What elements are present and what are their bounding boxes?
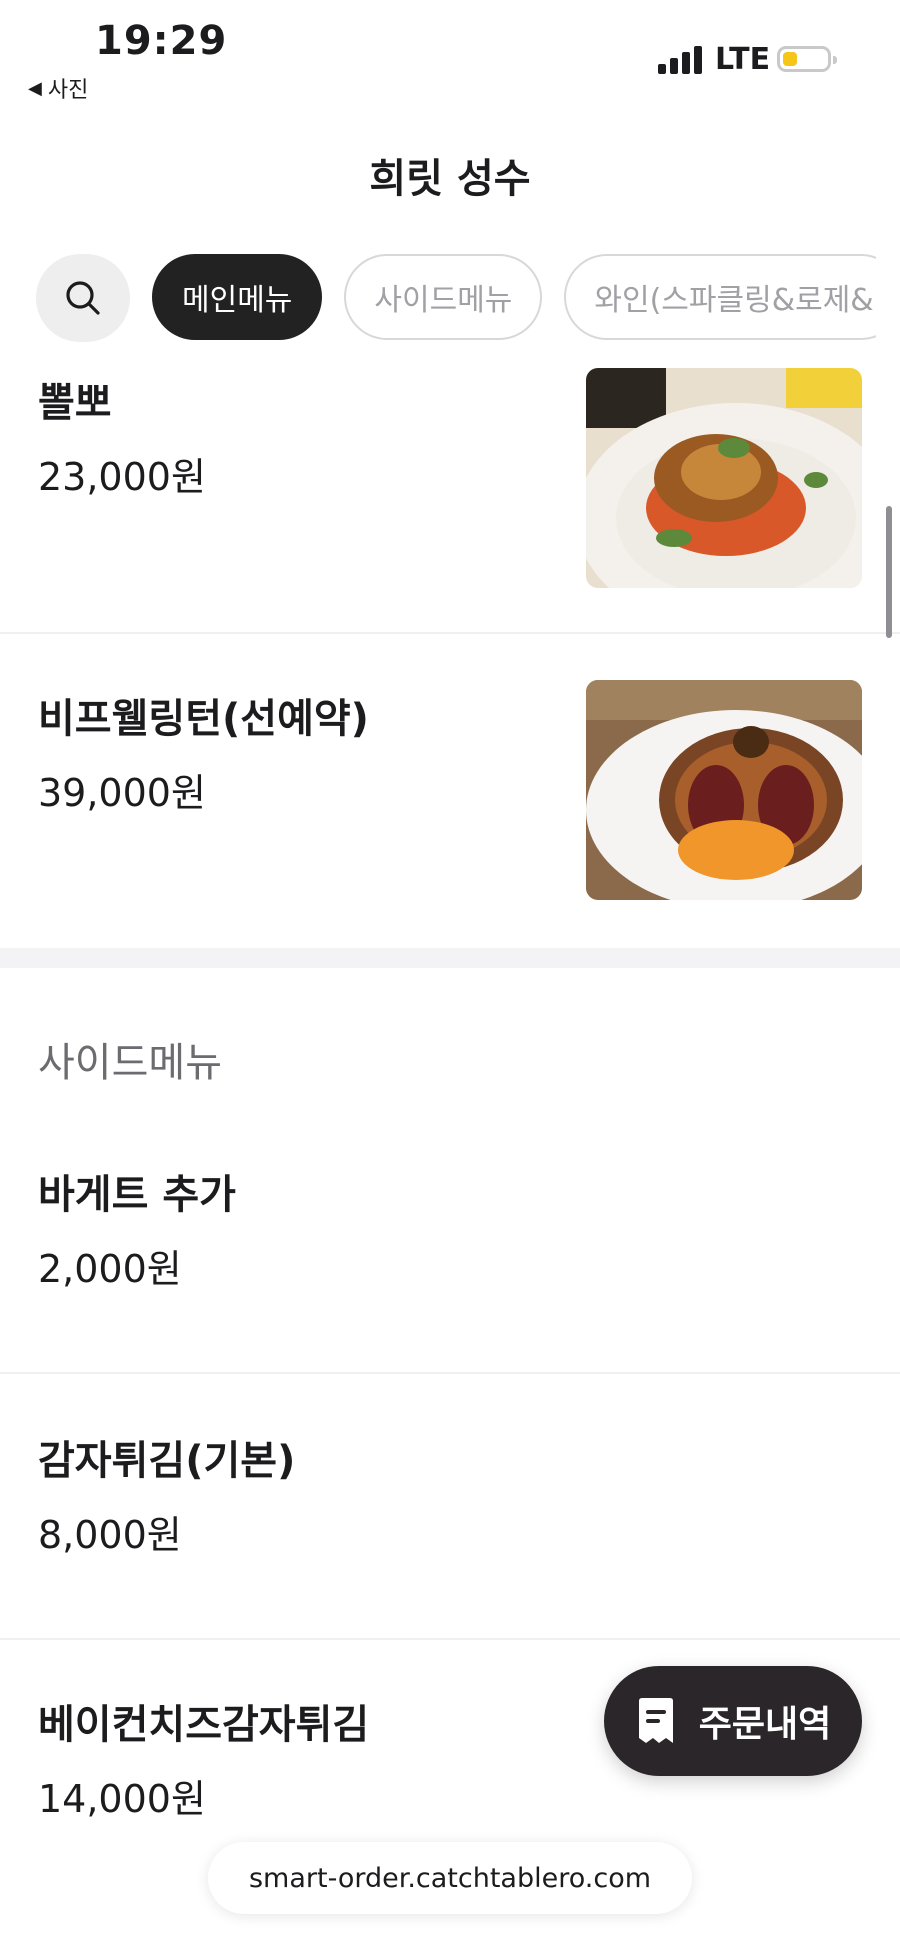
menu-item-price: 23,000원	[38, 455, 206, 499]
menu-item-baguette[interactable]: 바게트 추가 2,000원	[0, 1138, 900, 1372]
menu-item-name: 비프웰링턴(선예약)	[38, 696, 369, 742]
status-bar: 19:29 ◀ 사진 LTE	[0, 0, 900, 110]
menu-item-name: 베이컨치즈감자튀김	[38, 1702, 370, 1748]
browser-url-bar[interactable]: smart-order.catchtablero.com	[208, 1842, 692, 1914]
page-title: 희릿 성수	[369, 156, 531, 202]
menu-item-beef-wellington[interactable]: 비프웰링턴(선예약) 39,000원	[0, 634, 900, 944]
url-text: smart-order.catchtablero.com	[248, 1862, 652, 1894]
back-to-photos-link[interactable]: ◀ 사진	[28, 72, 88, 104]
menu-item-price: 2,000원	[38, 1247, 182, 1291]
category-tabs: 메인메뉴 사이드메뉴 와인(스파클링&로제&	[36, 254, 876, 348]
order-history-label: 주문내역	[698, 1704, 832, 1745]
receipt-icon	[638, 1698, 673, 1743]
menu-item-name: 감자튀김(기본)	[38, 1438, 296, 1484]
section-title-side-menu: 사이드메뉴	[38, 1040, 222, 1086]
back-arrow-icon: ◀	[28, 77, 42, 99]
search-icon	[66, 281, 100, 315]
carrier-label: LTE	[715, 42, 771, 77]
tab-wine[interactable]: 와인(스파클링&로제&	[564, 254, 876, 340]
search-button[interactable]	[36, 254, 130, 342]
order-history-button[interactable]: 주문내역	[604, 1666, 862, 1776]
status-time: 19:29	[95, 18, 228, 64]
scrollbar	[886, 506, 892, 638]
tab-main-menu[interactable]: 메인메뉴	[152, 254, 323, 340]
menu-item-photo	[586, 680, 862, 900]
section-divider	[0, 948, 900, 968]
menu-item-polpo[interactable]: 뽈뽀 23,000원	[0, 360, 900, 632]
menu-item-price: 14,000원	[38, 1777, 206, 1821]
back-label: 사진	[47, 78, 89, 103]
tab-side-menu[interactable]: 사이드메뉴	[344, 254, 543, 340]
menu-item-fries[interactable]: 감자튀김(기본) 8,000원	[0, 1374, 900, 1638]
menu-item-name: 바게트 추가	[38, 1172, 236, 1218]
battery-icon	[777, 46, 837, 72]
menu-item-price: 8,000원	[38, 1513, 182, 1557]
menu-item-photo	[586, 368, 862, 588]
menu-item-price: 39,000원	[38, 771, 206, 815]
signal-strength-icon	[658, 46, 706, 74]
menu-item-name: 뽈뽀	[38, 380, 112, 426]
